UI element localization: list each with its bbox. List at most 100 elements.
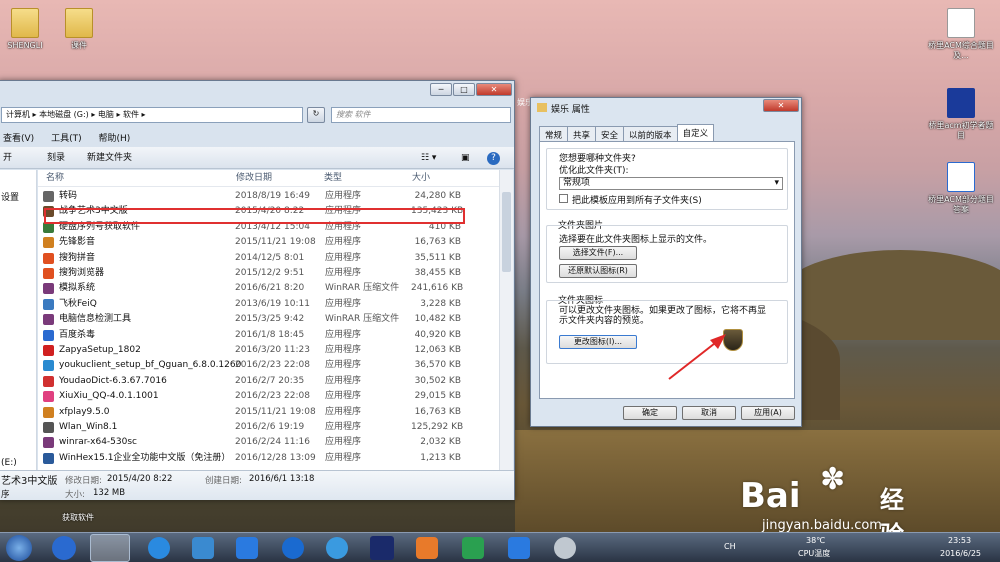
file-row[interactable]: 先锋影音 2015/11/21 19:08 应用程序 16,763 KB <box>41 235 465 250</box>
choose-file-button[interactable]: 选择文件(F)... <box>559 246 637 260</box>
details-type: 序 <box>1 490 10 500</box>
new-folder-button[interactable]: 新建文件夹 <box>87 147 132 169</box>
file-type: 应用程序 <box>325 375 362 386</box>
nav-item[interactable]: 设置 <box>1 190 19 203</box>
preview-pane-icon[interactable]: ▣ <box>461 147 470 169</box>
file-size: 35,511 KB <box>414 252 461 263</box>
search-input[interactable]: 搜索 软件 <box>331 107 511 123</box>
desktop-icon-acm-3[interactable]: 桥里ACM部分题目答案 <box>928 162 994 215</box>
menu-view[interactable]: 查看(V) <box>3 134 34 144</box>
file-row[interactable]: xfplay9.5.0 2015/11/21 19:08 应用程序 16,763 KB <box>41 405 465 420</box>
change-icon-button[interactable]: 更改图标(I)... <box>559 335 637 349</box>
ok-button[interactable]: 确定 <box>623 406 677 420</box>
file-type: WinRAR 压缩文件 <box>325 283 400 294</box>
spreadsheet-icon[interactable] <box>462 537 484 559</box>
k-app-icon[interactable] <box>282 537 304 559</box>
details-label: 修改日期: <box>65 476 102 486</box>
apply-button[interactable]: 应用(A) <box>741 406 795 420</box>
file-row[interactable]: 电脑信息检测工具 2015/3/25 9:42 WinRAR 压缩文件 10,482 … <box>41 312 465 327</box>
file-row[interactable]: youkuclient_setup_bf_Qguan_6.8.0.1260 201… <box>41 358 465 373</box>
column-size[interactable]: 大小 <box>412 170 430 187</box>
file-date: 2018/8/19 16:49 <box>235 191 310 201</box>
breadcrumb-item[interactable]: 本地磁盘 (G:) <box>39 110 89 119</box>
file-row[interactable]: 搜狗拼音 2014/12/5 8:01 应用程序 35,511 KB <box>41 251 465 266</box>
folder-small-icon <box>537 103 547 112</box>
file-type: WinRAR 压缩文件 <box>325 314 400 325</box>
tool-icon[interactable] <box>554 537 576 559</box>
column-type[interactable]: 类型 <box>324 170 342 187</box>
nav-item[interactable]: (E:) <box>1 458 17 468</box>
column-name[interactable]: 名称 <box>46 170 64 187</box>
file-icon <box>43 345 54 356</box>
clock-time[interactable]: 23:53 <box>948 536 971 545</box>
file-type: 应用程序 <box>325 329 362 340</box>
select-value: 常规项 <box>563 178 591 188</box>
media-player-icon[interactable] <box>52 536 76 560</box>
desktop-icon-courseware[interactable]: 课件 <box>46 8 112 51</box>
file-row[interactable]: 百度杀毒 2016/1/8 18:45 应用程序 40,920 KB <box>41 328 465 343</box>
open-button[interactable]: 开 <box>3 147 12 169</box>
apply-subfolders-checkbox[interactable] <box>559 194 568 203</box>
file-size: 241,616 KB <box>411 283 464 294</box>
refresh-button[interactable]: ↻ <box>307 107 325 123</box>
file-size: 40,920 KB <box>414 329 461 340</box>
menu-help[interactable]: 帮助(H) <box>98 134 130 144</box>
explorer-window[interactable]: ─ □ ✕ 计算机 ▸ 本地磁盘 (G:) ▸ 电脑 ▸ 软件 ▸ ↻ 搜索 软… <box>0 80 515 500</box>
clock-date[interactable]: 2016/6/25 <box>940 549 981 558</box>
restore-default-button[interactable]: 还原默认图标(R) <box>559 264 637 278</box>
app-icon[interactable] <box>192 537 214 559</box>
scrollbar[interactable] <box>499 170 513 470</box>
file-row[interactable]: WinHex15.1企业全功能中文版（免注册） 2016/12/28 13:09 应… <box>41 451 465 466</box>
column-date[interactable]: 修改日期 <box>236 170 272 187</box>
file-row[interactable]: ZapyaSetup_1802 2016/3/20 11:23 应用程序 12,063… <box>41 343 465 358</box>
file-row[interactable]: YoudaoDict-6.3.67.7016 2016/2/7 20:35 应用程序… <box>41 374 465 389</box>
desktop-icon-acm-2[interactable]: 桥里acm初学者题目 <box>928 88 994 141</box>
breadcrumb-item[interactable]: 软件 <box>123 110 139 119</box>
optimize-select[interactable]: 常规项 ▾ <box>559 177 783 190</box>
close-button[interactable]: ✕ <box>476 83 512 96</box>
cancel-button[interactable]: 取消 <box>682 406 736 420</box>
file-size: 3,228 KB <box>420 298 461 309</box>
burn-button[interactable]: 刻录 <box>47 147 65 169</box>
help-icon[interactable]: ? <box>487 152 500 165</box>
explorer-taskbar-icon[interactable] <box>90 534 130 562</box>
highlight-box <box>44 208 465 224</box>
s-app-icon[interactable] <box>326 537 348 559</box>
watermark-text: Bai <box>740 476 801 516</box>
file-row[interactable]: Wlan_Win8.1 2016/2/6 19:19 应用程序 125,292 KB <box>41 420 465 435</box>
file-row[interactable]: 转码 2018/8/19 16:49 应用程序 24,280 KB <box>41 189 465 204</box>
ie-icon[interactable] <box>148 537 170 559</box>
view-options-icon[interactable]: ☷ ▾ <box>421 147 436 169</box>
file-row[interactable]: winrar-x64-530sc 2016/2/24 11:16 应用程序 2,032… <box>41 435 465 450</box>
file-name: 搜狗浏览器 <box>59 268 105 278</box>
word-app-icon[interactable] <box>508 537 530 559</box>
file-icon <box>43 237 54 249</box>
start-button[interactable] <box>6 535 32 561</box>
file-name: 飞秋FeiQ <box>59 298 97 309</box>
language-indicator[interactable]: CH <box>724 542 736 551</box>
file-type: 应用程序 <box>325 406 362 417</box>
file-date: 2015/11/21 19:08 <box>235 406 316 417</box>
address-bar[interactable]: 计算机 ▸ 本地磁盘 (G:) ▸ 电脑 ▸ 软件 ▸ <box>1 107 303 123</box>
breadcrumb-item[interactable]: 电脑 <box>98 110 114 119</box>
menu-bar: 查看(V) 工具(T) 帮助(H) <box>3 131 144 144</box>
file-row[interactable]: XiuXiu_QQ-4.0.1.1001 2016/2/23 22:08 应用程序 2… <box>41 389 465 404</box>
file-row[interactable]: 飞秋FeiQ 2013/6/19 10:11 应用程序 3,228 KB <box>41 297 465 312</box>
desktop-icon-label: 桥里ACM部分题目答案 <box>928 195 994 214</box>
image-icon <box>947 88 975 118</box>
breadcrumb-item[interactable]: 计算机 <box>6 110 30 119</box>
file-row[interactable]: 模拟系统 2016/6/21 8:20 WinRAR 压缩文件 241,616 KB <box>41 281 465 296</box>
file-row[interactable]: 搜狗浏览器 2015/12/2 9:51 应用程序 38,455 KB <box>41 266 465 281</box>
dev-icon[interactable] <box>370 536 394 560</box>
file-date: 2013/6/19 10:11 <box>235 298 310 309</box>
dialog-close-button[interactable]: ✕ <box>763 99 799 112</box>
shield-icon[interactable] <box>236 537 258 559</box>
menu-tools[interactable]: 工具(T) <box>51 134 82 144</box>
file-icon <box>43 283 54 295</box>
maximize-button[interactable]: □ <box>453 83 475 96</box>
file-size: 10,482 KB <box>414 314 461 325</box>
desktop-icon-acm-1[interactable]: 桥里ACM综合题目及... <box>928 8 994 61</box>
minimize-button[interactable]: ─ <box>430 83 452 96</box>
file-size: 1,213 KB <box>420 452 461 463</box>
p-app-icon[interactable] <box>416 537 438 559</box>
